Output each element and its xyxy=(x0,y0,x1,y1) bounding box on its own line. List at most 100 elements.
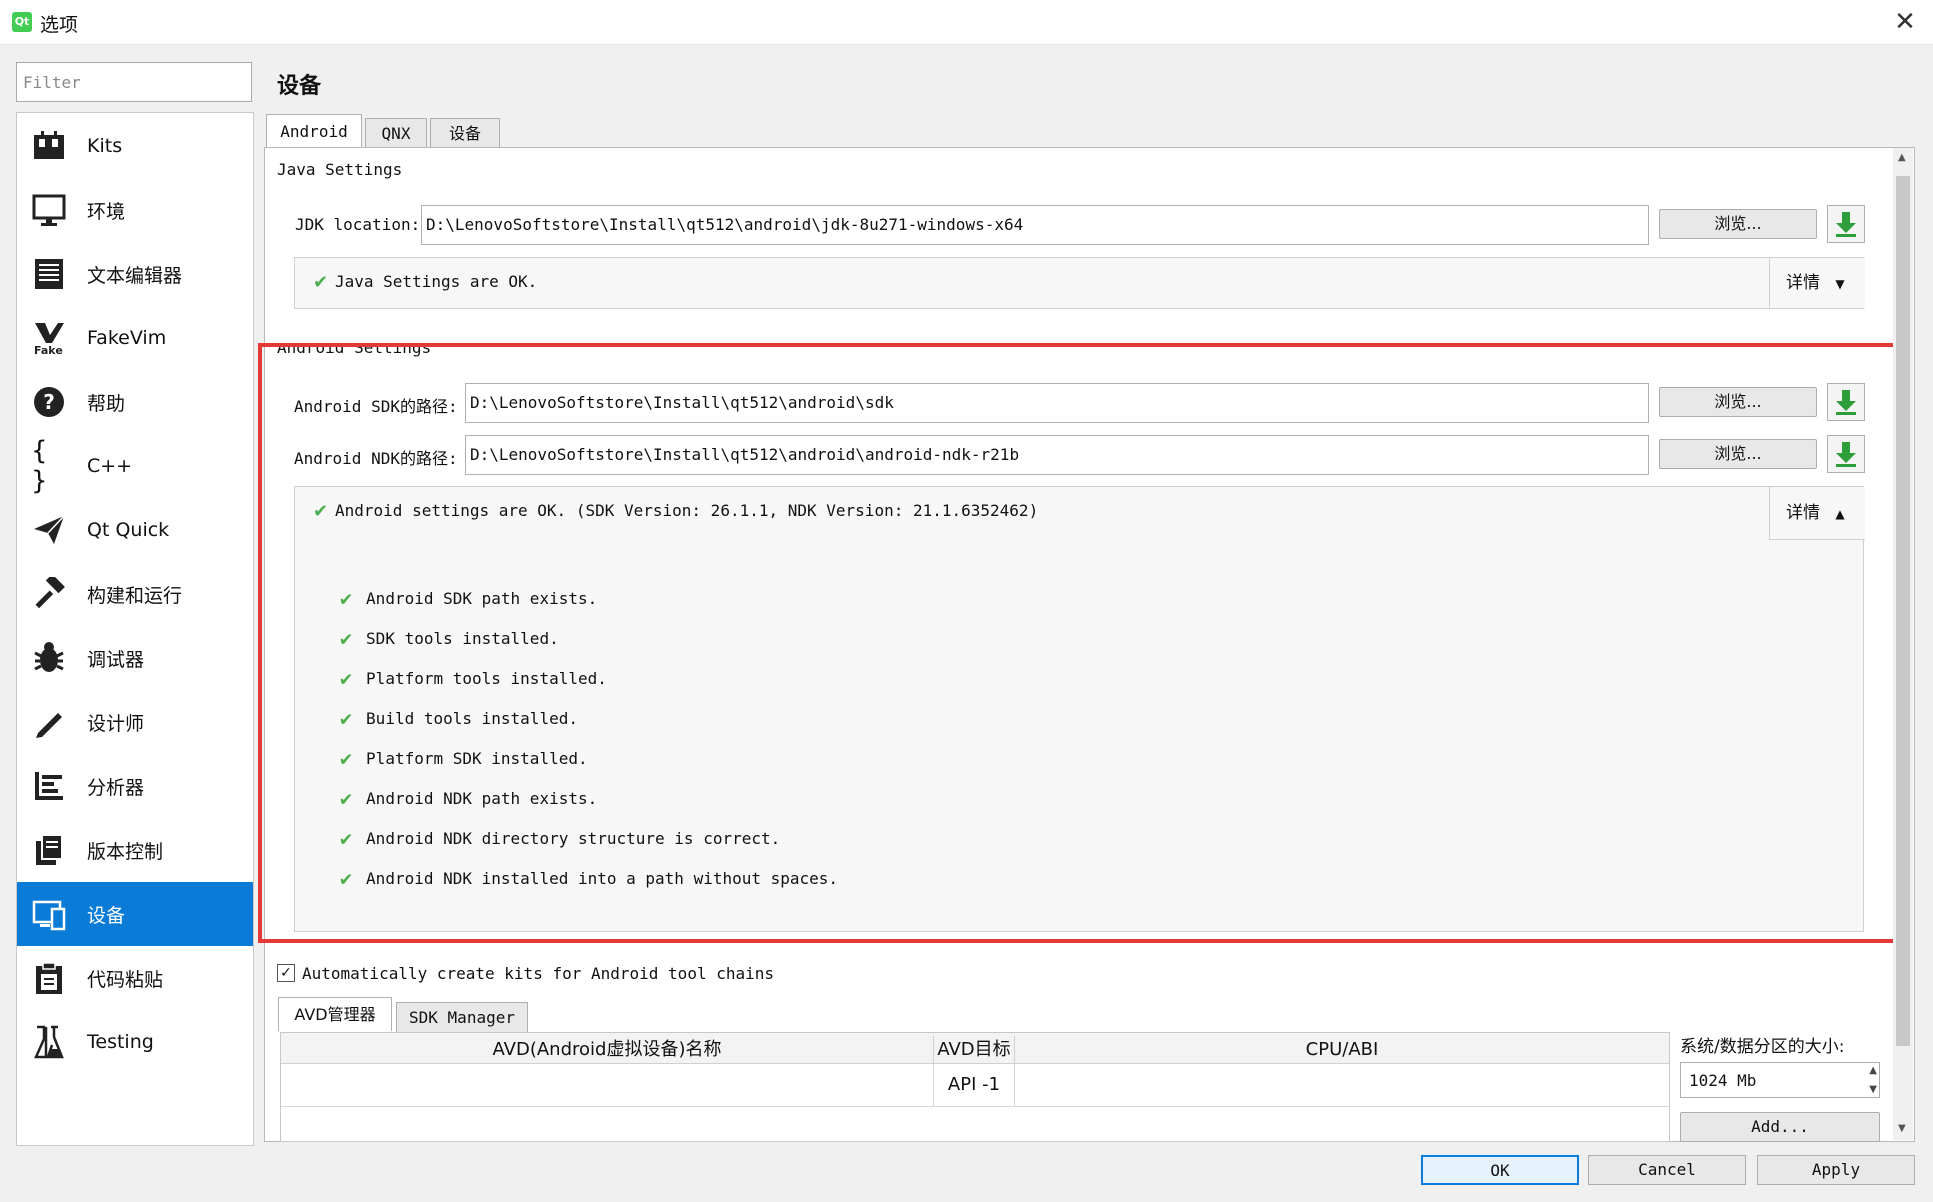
close-button[interactable]: ✕ xyxy=(1887,6,1923,38)
device-icon xyxy=(31,896,67,932)
text-editor-icon xyxy=(31,256,67,292)
sidebar-item-designer[interactable]: 设计师 xyxy=(17,690,253,754)
check-icon: ✔ xyxy=(340,746,353,770)
tab-avd-manager[interactable]: AVD管理器 xyxy=(278,997,392,1031)
check-item-text: Android NDK installed into a path withou… xyxy=(366,868,839,888)
apply-button[interactable]: Apply xyxy=(1757,1155,1915,1185)
java-details-toggle[interactable]: 详情 ▼ xyxy=(1769,258,1865,308)
ok-button[interactable]: OK xyxy=(1421,1155,1579,1185)
sidebar-item-devices[interactable]: 设备 xyxy=(17,882,253,946)
scroll-down-icon[interactable]: ▼ xyxy=(1898,1123,1906,1134)
sidebar-item-label: 版本控制 xyxy=(87,840,164,863)
sidebar-item-qt-quick[interactable]: Qt Quick xyxy=(17,498,253,562)
sidebar-item-cpp[interactable]: { } C++ xyxy=(17,434,253,498)
check-icon: ✔ xyxy=(340,586,353,610)
fakevim-icon: Fake xyxy=(31,320,67,356)
sidebar-item-testing[interactable]: Testing xyxy=(17,1010,253,1074)
sidebar-item-label: Kits xyxy=(87,135,123,157)
jdk-download-button[interactable] xyxy=(1827,205,1865,243)
sidebar-item-fakevim[interactable]: Fake FakeVim xyxy=(17,306,253,370)
android-status-text: Android settings are OK. (SDK Version: 2… xyxy=(335,501,1039,520)
sidebar-item-build-run[interactable]: 构建和运行 xyxy=(17,562,253,626)
download-icon xyxy=(1836,212,1856,237)
sidebar-item-analyzer[interactable]: 分析器 xyxy=(17,754,253,818)
check-icon: ✔ xyxy=(340,626,353,650)
sdk-download-button[interactable] xyxy=(1827,383,1865,421)
check-icon: ✔ xyxy=(340,666,353,690)
check-item-text: Android NDK directory structure is corre… xyxy=(366,828,781,848)
android-details-toggle[interactable]: 详情 ▲ xyxy=(1769,487,1865,540)
jdk-location-field[interactable]: D:\LenovoSoftstore\Install\qt512\android… xyxy=(421,205,1649,245)
details-label: 详情 xyxy=(1786,503,1820,523)
sidebar-item-text-editor[interactable]: 文本编辑器 xyxy=(17,242,253,306)
sidebar-item-label: 分析器 xyxy=(87,776,145,799)
check-icon: ✔ xyxy=(340,786,353,810)
tab-devices[interactable]: 设备 xyxy=(430,118,500,148)
help-icon: ? xyxy=(31,384,67,420)
check-icon: ✔ xyxy=(313,501,329,522)
check-item: ✔ Android SDK path exists. xyxy=(340,586,597,610)
check-item-text: Android NDK path exists. xyxy=(366,788,598,808)
vertical-scrollbar[interactable]: ▲ ▼ xyxy=(1893,148,1913,1140)
auto-kits-checkbox[interactable]: ✓ xyxy=(277,964,295,982)
check-item-text: Platform SDK installed. xyxy=(366,748,588,768)
sidebar-item-label: 代码粘贴 xyxy=(87,968,164,991)
check-item: ✔ Android NDK path exists. xyxy=(340,786,597,810)
sdk-browse-button[interactable]: 浏览... xyxy=(1659,387,1817,417)
column-header-avd-target[interactable]: AVD目标 xyxy=(934,1036,1015,1064)
check-icon: ✔ xyxy=(340,866,353,890)
monitor-icon xyxy=(31,192,67,228)
svg-text:?: ? xyxy=(43,390,55,414)
scrollbar-thumb[interactable] xyxy=(1896,176,1910,1046)
ndk-download-button[interactable] xyxy=(1827,435,1865,473)
check-item: ✔ Platform tools installed. xyxy=(340,666,607,690)
java-settings-label: Java Settings xyxy=(277,160,403,179)
sidebar-item-label: FakeVim xyxy=(87,327,167,349)
sdk-path-field[interactable]: D:\LenovoSoftstore\Install\qt512\android… xyxy=(465,383,1649,423)
window-title: 选项 xyxy=(40,14,79,36)
spin-up-icon[interactable]: ▲ xyxy=(1869,1065,1877,1076)
sidebar-item-label: Testing xyxy=(87,1031,154,1053)
check-item-text: SDK tools installed. xyxy=(366,628,559,648)
tab-qnx[interactable]: QNX xyxy=(365,118,427,148)
sidebar-item-label: C++ xyxy=(87,455,133,477)
tab-sdk-manager[interactable]: SDK Manager xyxy=(396,1002,528,1032)
clipboard-icon xyxy=(31,960,67,996)
check-item-text: Platform tools installed. xyxy=(366,668,607,688)
cancel-button[interactable]: Cancel xyxy=(1588,1155,1746,1185)
ndk-browse-button[interactable]: 浏览... xyxy=(1659,439,1817,469)
sidebar-item-environment[interactable]: 环境 xyxy=(17,178,253,242)
scroll-up-icon[interactable]: ▲ xyxy=(1898,152,1906,163)
partition-size-spinbox[interactable]: 1024 Mb ▲ ▼ xyxy=(1680,1062,1880,1098)
sidebar-item-version-control[interactable]: 版本控制 xyxy=(17,818,253,882)
paper-plane-icon xyxy=(31,512,67,548)
avd-name-cell xyxy=(281,1064,934,1106)
sidebar-item-label: Qt Quick xyxy=(87,519,170,541)
tab-android[interactable]: Android xyxy=(266,114,362,148)
sidebar-item-kits[interactable]: Kits xyxy=(17,114,253,178)
check-icon: ✔ xyxy=(340,706,353,730)
download-icon xyxy=(1836,442,1856,467)
spin-down-icon[interactable]: ▼ xyxy=(1869,1084,1877,1095)
ndk-path-field[interactable]: D:\LenovoSoftstore\Install\qt512\android… xyxy=(465,435,1649,475)
partition-size-value: 1024 Mb xyxy=(1689,1071,1757,1090)
column-header-avd-name[interactable]: AVD(Android虚拟设备)名称 xyxy=(281,1036,934,1064)
svg-text:Fake: Fake xyxy=(34,344,63,355)
analyzer-icon xyxy=(31,768,67,804)
sidebar-item-help[interactable]: ? 帮助 xyxy=(17,370,253,434)
column-header-cpu-abi[interactable]: CPU/ABI xyxy=(1015,1036,1669,1064)
check-icon: ✔ xyxy=(313,272,329,293)
jdk-location-label: JDK location: xyxy=(295,215,421,234)
sidebar-item-code-paster[interactable]: 代码粘贴 xyxy=(17,946,253,1010)
sidebar-item-debugger[interactable]: 调试器 xyxy=(17,626,253,690)
details-label: 详情 xyxy=(1786,273,1820,293)
add-avd-button[interactable]: Add... xyxy=(1680,1112,1880,1142)
jdk-browse-button[interactable]: 浏览... xyxy=(1659,209,1817,239)
download-icon xyxy=(1836,390,1856,415)
filter-input[interactable] xyxy=(16,62,252,102)
table-row[interactable]: API -1 xyxy=(281,1064,1669,1107)
avd-target-cell: API -1 xyxy=(934,1064,1015,1106)
check-icon: ✔ xyxy=(340,826,353,850)
kits-icon xyxy=(31,128,67,164)
cpu-abi-cell xyxy=(1015,1064,1669,1106)
